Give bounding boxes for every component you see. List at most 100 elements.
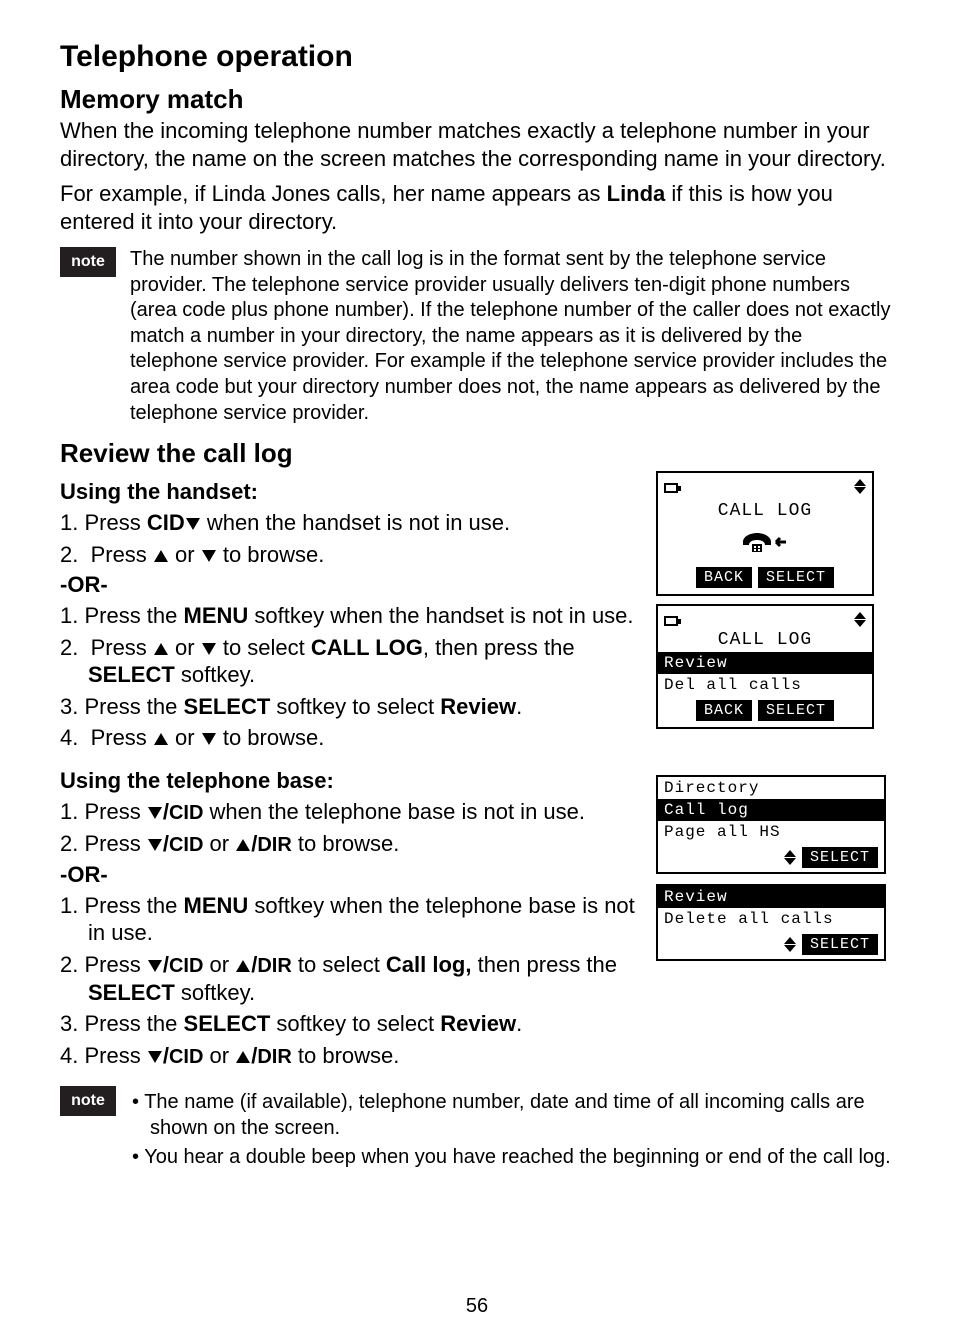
or-divider: -OR- [60,862,638,888]
battery-icon [664,483,678,493]
note-text: The number shown in the call log is in t… [130,247,894,426]
handset-steps: 1. Press CID when the handset is not in … [60,509,638,568]
note-list: The name (if available), telephone numbe… [130,1086,894,1173]
text: 4. Press [60,1043,147,1068]
text: or [203,952,235,977]
using-base-heading: Using the telephone base: [60,768,638,794]
key-label: MENU [184,893,249,918]
softkey-back: BACK [696,700,752,721]
up-arrow-icon [236,1051,250,1063]
note-block-1: note The number shown in the call log is… [60,247,894,426]
menu-row-selected: Call log [658,799,884,821]
text: 2. Press [60,831,147,856]
menu-row: Directory [658,777,884,799]
key-label: MENU [184,603,249,628]
scroll-indicator-icon [784,937,796,952]
step: 3. Press the SELECT softkey to select Re… [60,693,638,721]
page-number: 56 [0,1295,954,1318]
softkey-select: SELECT [802,934,878,955]
step: 4. Press or to browse. [60,724,638,752]
screen-title: CALL LOG [664,497,866,525]
softkey-select: SELECT [802,847,878,868]
section-heading-review-call-log: Review the call log [60,438,894,469]
down-arrow-icon [202,550,216,562]
scroll-indicator-icon [854,479,866,494]
memory-match-para1: When the incoming telephone number match… [60,117,894,172]
text: softkey when the handset is not in use. [248,603,633,628]
text: 1. Press the [60,893,184,918]
step: 2. Press or to browse. [60,541,638,569]
step: 1. Press /CID when the telephone base is… [60,798,638,826]
section-heading-memory-match: Memory match [60,84,894,115]
using-handset-heading: Using the handset: [60,479,638,505]
text: 2. Press [60,952,147,977]
note-item: The name (if available), telephone numbe… [130,1089,894,1141]
step: 4. Press /CID or /DIR to browse. [60,1042,638,1070]
scroll-indicator-icon [784,850,796,865]
note-block-2: note The name (if available), telephone … [60,1086,894,1173]
key-label: SELECT [88,662,175,687]
step: 2. Press or to select CALL LOG, then pre… [60,634,638,689]
screen-title: CALL LOG [664,630,866,652]
text: or [203,1043,235,1068]
text: to select [292,952,386,977]
menu-row: Page all HS [658,821,884,843]
text: to browse. [292,831,400,856]
up-arrow-icon [154,550,168,562]
text: to browse. [292,1043,400,1068]
menu-item: Call log, [386,952,472,977]
handset-alt-steps: 1. Press the MENU softkey when the hands… [60,602,638,752]
menu-row: Delete all calls [658,908,884,930]
phone-with-arrow-icon [664,525,866,559]
handset-screen-call-log: CALL LOG BACK SELECT [656,471,874,596]
up-arrow-icon [236,839,250,851]
softkey-select: SELECT [758,700,834,721]
step: 1. Press the MENU softkey when the hands… [60,602,638,630]
down-arrow-icon [148,839,162,851]
note-item: You hear a double beep when you have rea… [130,1144,894,1170]
menu-row-selected: Review [658,652,872,674]
text: or [203,831,235,856]
text: then press the [471,952,617,977]
note-badge: note [60,1086,116,1116]
handset-screen-call-log-menu: CALL LOG Review Del all calls BACK SELEC… [656,604,874,729]
key-label: SELECT [184,694,271,719]
step: 2. Press /CID or /DIR to browse. [60,830,638,858]
text: , then press the [423,635,575,660]
text: 3. Press the [60,1011,184,1036]
scroll-indicator-icon [854,612,866,627]
softkey-select: SELECT [758,567,834,588]
text: when the telephone base is not in use. [203,799,585,824]
menu-item: Review [440,694,516,719]
text: . [516,1011,522,1036]
menu-row-selected: Review [658,886,884,908]
text: 1. Press the [60,603,184,628]
base-screen-call-log-menu: Review Delete all calls SELECT [656,884,886,961]
battery-icon [664,616,678,626]
down-arrow-icon [148,960,162,972]
up-arrow-icon [236,960,250,972]
down-arrow-icon [202,643,216,655]
text: For example, if Linda Jones calls, her n… [60,181,607,206]
step: 3. Press the SELECT softkey to select Re… [60,1010,638,1038]
step: 2. Press /CID or /DIR to select Call log… [60,951,638,1007]
key-label: CID [147,510,185,535]
page-title: Telephone operation [60,40,894,74]
text: softkey to select [270,1011,440,1036]
text: 1. Press [60,799,147,824]
text: 3. Press the [60,694,184,719]
text: softkey. [175,662,255,687]
menu-item: Review [440,1011,516,1036]
text: when the handset is not in use. [201,510,510,535]
menu-item: CALL LOG [311,635,423,660]
down-arrow-icon [148,807,162,819]
step: 1. Press CID when the handset is not in … [60,509,638,537]
base-steps: 1. Press /CID when the telephone base is… [60,798,638,858]
text: softkey to select [270,694,440,719]
down-arrow-icon [148,1051,162,1063]
down-arrow-icon [186,518,200,530]
or-divider: -OR- [60,572,638,598]
text: softkey. [175,980,255,1005]
menu-row: Del all calls [658,674,872,696]
key-label: SELECT [184,1011,271,1036]
